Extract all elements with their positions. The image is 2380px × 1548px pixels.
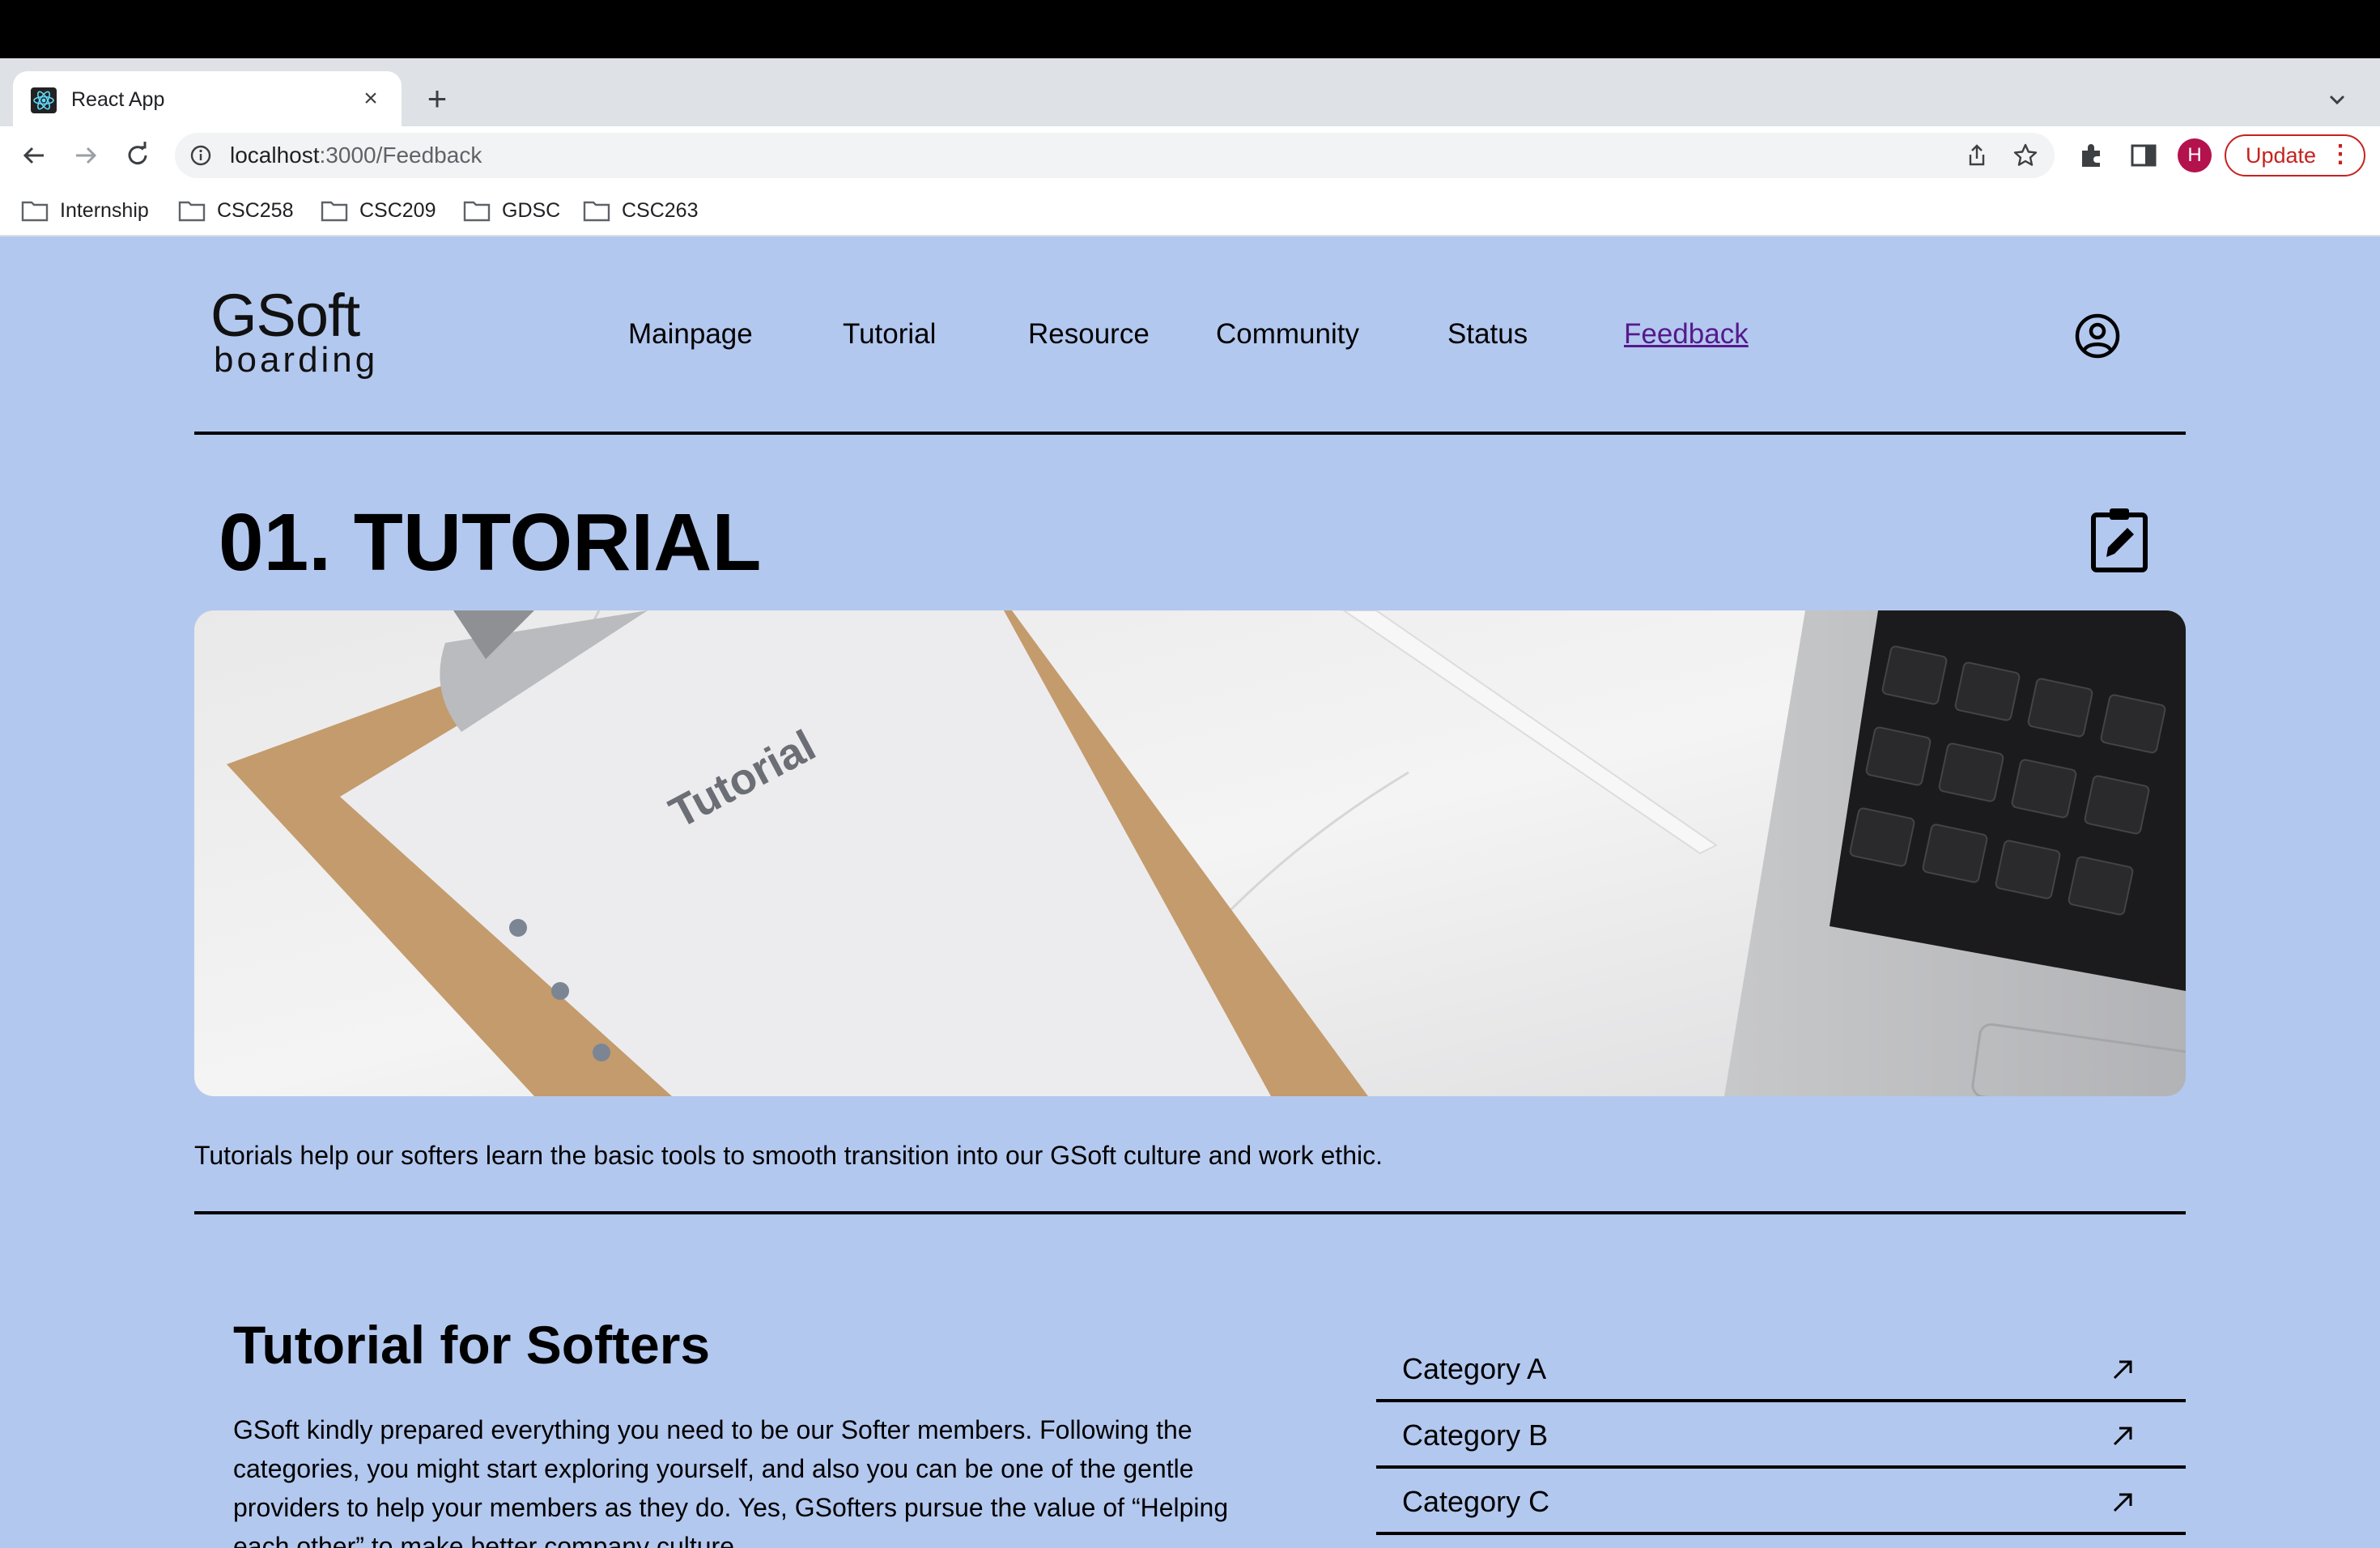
- tab-strip: React App × +: [0, 58, 2380, 126]
- nav-link-resource[interactable]: Resource: [1028, 316, 1150, 353]
- react-icon: [31, 87, 57, 113]
- more-options-icon[interactable]: ⋮: [2328, 136, 2352, 173]
- arrow-up-right-icon: [2113, 1427, 2132, 1446]
- folder-icon: [463, 201, 491, 222]
- clipboard-edit-icon[interactable]: [2087, 505, 2155, 573]
- bookmark-folder[interactable]: CSC258: [178, 194, 294, 227]
- close-icon[interactable]: ×: [358, 86, 384, 112]
- bookmark-folder[interactable]: Internship: [21, 194, 149, 227]
- bookmark-label: CSC258: [217, 198, 294, 222]
- url-text: localhost:3000/Feedback: [230, 142, 482, 168]
- category-label: Category B: [1402, 1418, 1549, 1452]
- folder-icon: [321, 201, 348, 222]
- category-label: Category C: [1402, 1485, 1550, 1518]
- nav-link-mainpage[interactable]: Mainpage: [628, 316, 753, 353]
- bookmark-label: CSC209: [359, 198, 436, 222]
- bookmark-label: CSC263: [622, 198, 699, 222]
- browser-tab[interactable]: React App ×: [13, 71, 402, 126]
- profile-avatar[interactable]: H: [2178, 138, 2212, 172]
- update-label: Update: [2246, 143, 2317, 168]
- nav-link-tutorial[interactable]: Tutorial: [843, 316, 936, 353]
- intro-text: Tutorials help our softers learn the bas…: [194, 1141, 1383, 1170]
- folder-icon: [583, 201, 610, 222]
- page-title: 01. TUTORIAL: [219, 497, 762, 588]
- section-divider: [194, 1211, 2186, 1214]
- side-panel-icon[interactable]: [2129, 141, 2158, 170]
- forward-icon[interactable]: [70, 139, 102, 172]
- header-divider: [194, 432, 2186, 435]
- site-logo[interactable]: GSoft boarding: [210, 283, 389, 381]
- new-tab-button[interactable]: +: [421, 82, 453, 116]
- user-account-icon[interactable]: [2074, 313, 2121, 359]
- update-button[interactable]: Update ⋮: [2225, 134, 2365, 176]
- hero-image: Tutorial: [194, 610, 2186, 1096]
- chevron-down-icon[interactable]: [2323, 86, 2351, 113]
- nav-link-status[interactable]: Status: [1447, 316, 1528, 353]
- category-link[interactable]: Category B: [1376, 1402, 2186, 1469]
- address-bar[interactable]: localhost:3000/Feedback: [175, 133, 2055, 178]
- category-link[interactable]: Category A: [1376, 1336, 2186, 1402]
- subsection-body: GSoft kindly prepared everything you nee…: [233, 1415, 1229, 1548]
- folder-icon: [21, 201, 49, 222]
- bookmark-folder[interactable]: CSC209: [321, 194, 436, 227]
- share-icon[interactable]: [1964, 142, 1990, 168]
- bookmark-folder[interactable]: CSC263: [583, 194, 699, 227]
- logo-main-text: GSoft: [210, 282, 360, 349]
- nav-link-community[interactable]: Community: [1216, 316, 1359, 353]
- back-icon[interactable]: [18, 139, 50, 172]
- tab-title: React App: [71, 88, 165, 111]
- category-label: Category A: [1402, 1352, 1547, 1385]
- bookmark-label: Internship: [60, 198, 149, 222]
- browser-toolbar: localhost:3000/Feedback H Update ⋮: [0, 126, 2380, 185]
- bookmark-label: GDSC: [502, 198, 561, 222]
- bookmark-folder[interactable]: GDSC: [463, 194, 560, 227]
- reload-icon[interactable]: [121, 139, 154, 172]
- star-icon[interactable]: [2012, 142, 2038, 168]
- os-top-bar: [0, 0, 2380, 58]
- logo-sub-text: boarding: [214, 340, 379, 380]
- subsection-title: Tutorial for Softers: [233, 1315, 711, 1375]
- info-icon[interactable]: [189, 144, 212, 167]
- hero-illustration: Tutorial: [194, 610, 2186, 1096]
- category-link[interactable]: Category C: [1376, 1469, 2186, 1535]
- extensions-icon[interactable]: [2077, 141, 2106, 170]
- nav-link-feedback[interactable]: Feedback: [1624, 316, 1749, 353]
- folder-icon: [178, 201, 206, 222]
- bookmarks-bar: Internship CSC258 CSC209 GDSC CSC263: [0, 185, 2380, 236]
- arrow-up-right-icon: [2113, 1360, 2132, 1380]
- arrow-up-right-icon: [2113, 1493, 2132, 1512]
